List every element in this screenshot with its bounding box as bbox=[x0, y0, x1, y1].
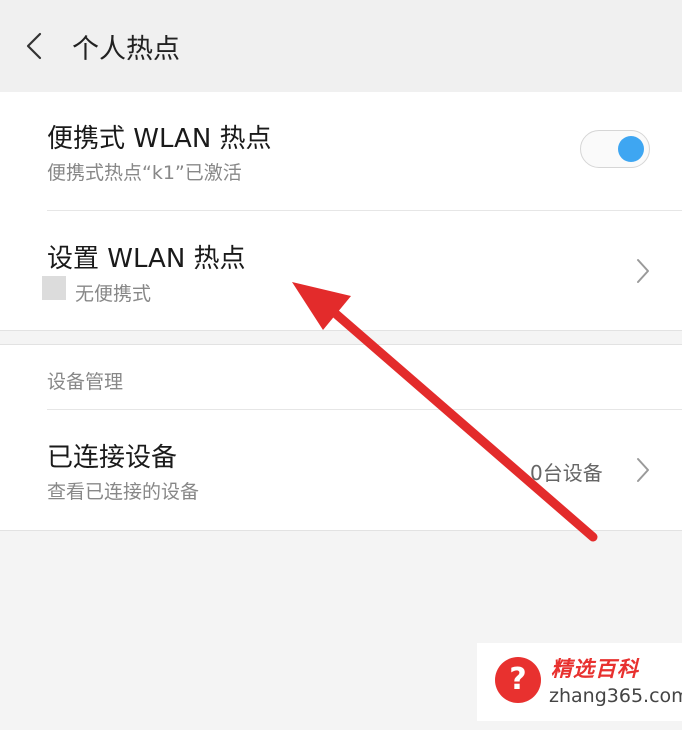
back-arrow-icon[interactable] bbox=[18, 28, 54, 64]
connected-devices-title: 已连接设备 bbox=[47, 443, 178, 473]
watermark: ? 精选百科 zhang365.com bbox=[477, 643, 682, 721]
question-mark-icon: ? bbox=[495, 657, 541, 703]
hotspot-section: 便携式 WLAN 热点 便携式热点“k1”已激活 设置 WLAN 热点 无便携式 bbox=[0, 92, 682, 331]
connected-devices-count: 0台设备 bbox=[530, 461, 603, 485]
chevron-right-icon bbox=[637, 259, 649, 283]
section-label: 设备管理 bbox=[47, 371, 124, 393]
setup-checkbox[interactable] bbox=[42, 276, 66, 300]
connected-devices-subtitle: 查看已连接的设备 bbox=[47, 481, 200, 503]
watermark-name: 精选百科 bbox=[551, 657, 639, 681]
row-divider bbox=[47, 409, 682, 410]
hotspot-title: 便携式 WLAN 热点 bbox=[47, 124, 272, 154]
chevron-right-icon bbox=[637, 458, 649, 482]
app-header: 个人热点 bbox=[0, 0, 682, 93]
setup-hotspot-title: 设置 WLAN 热点 bbox=[47, 244, 246, 274]
watermark-url: zhang365.com bbox=[549, 685, 682, 707]
setup-hotspot-subtitle: 无便携式 bbox=[75, 283, 152, 305]
row-divider bbox=[47, 210, 682, 211]
device-management-section: 设备管理 已连接设备 查看已连接的设备 0台设备 bbox=[0, 344, 682, 531]
toggle-knob bbox=[618, 136, 644, 162]
page-title: 个人热点 bbox=[72, 34, 180, 65]
hotspot-toggle[interactable] bbox=[580, 130, 650, 168]
hotspot-subtitle: 便携式热点“k1”已激活 bbox=[47, 162, 242, 184]
